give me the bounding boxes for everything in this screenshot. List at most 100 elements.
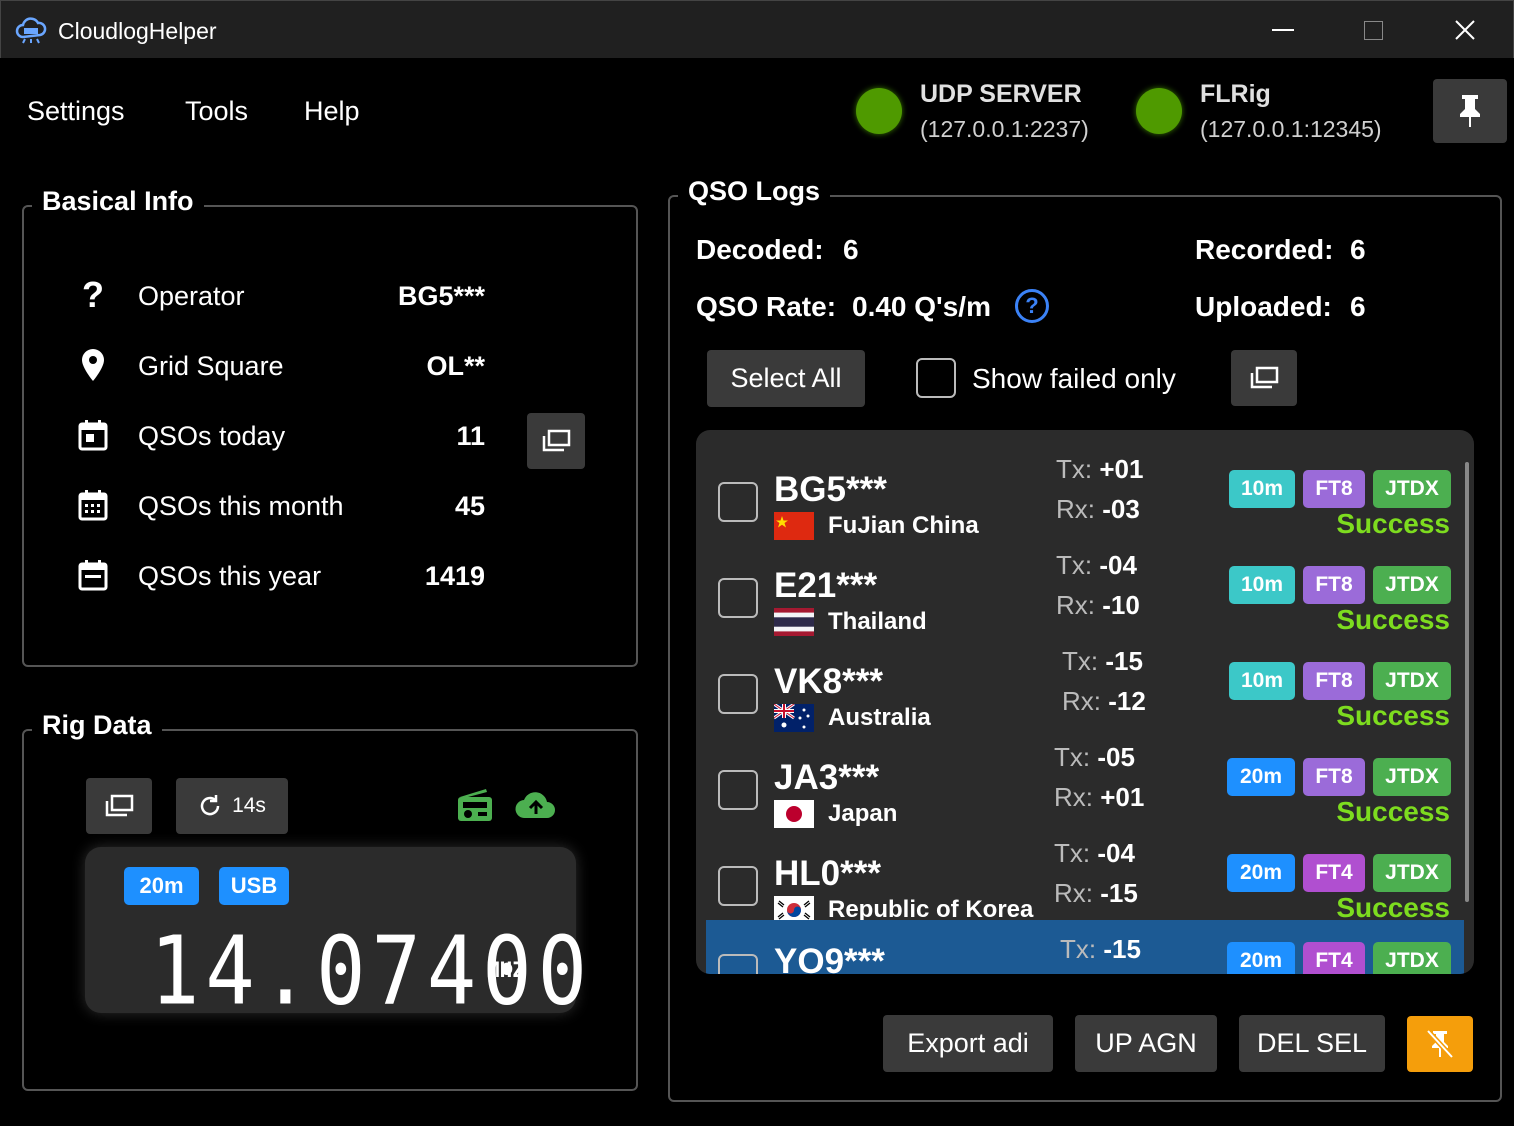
row-mode-tag: FT4 xyxy=(1303,854,1365,892)
row-rx: -10 xyxy=(1102,590,1140,620)
operator-label: Operator xyxy=(138,281,245,311)
cloud-app-icon xyxy=(15,15,47,45)
help-circle-icon[interactable]: ? xyxy=(1015,289,1049,323)
minimize-button[interactable] xyxy=(1253,9,1313,51)
unpin-button[interactable] xyxy=(1407,1016,1473,1072)
band-tag: 20m xyxy=(124,867,199,905)
calendar-today-icon xyxy=(76,418,110,452)
row-mode-tag: FT8 xyxy=(1303,566,1365,604)
menu-tools[interactable]: Tools xyxy=(185,96,248,127)
recorded-label: Recorded: xyxy=(1195,234,1334,265)
row-tx: -05 xyxy=(1097,742,1135,772)
row-band-tag: 10m xyxy=(1229,662,1295,700)
row-callsign: YO9*** xyxy=(774,942,885,974)
recorded-value: 6 xyxy=(1350,234,1366,265)
frequency-unit: MHZ xyxy=(487,958,525,982)
qso-row[interactable]: VK8*** Australia Tx: -15 Rx: -12 10m FT8… xyxy=(696,640,1464,736)
delete-selected-button[interactable]: DEL SEL xyxy=(1239,1015,1385,1072)
menu-settings[interactable]: Settings xyxy=(27,96,125,127)
grid-square-label: Grid Square xyxy=(138,351,284,381)
radio-icon xyxy=(456,787,494,828)
tx-label: Tx: xyxy=(1062,646,1099,676)
qso-row-selected[interactable]: YO9*** Tx: -15 20m FT4 JTDX xyxy=(706,920,1464,974)
qso-row[interactable]: HL0*** Republic of Korea Tx: -04 Rx: -15… xyxy=(696,832,1464,928)
rx-label: Rx: xyxy=(1054,782,1093,812)
row-client-tag: JTDX xyxy=(1373,662,1451,700)
tx-label: Tx: xyxy=(1056,550,1093,580)
qso-list-scrollbar[interactable] xyxy=(1465,462,1469,902)
cloud-upload-icon xyxy=(515,790,557,825)
row-rx: -15 xyxy=(1100,878,1138,908)
qso-row[interactable]: E21*** Thailand Tx: -04 Rx: -10 10m FT8 … xyxy=(696,544,1464,640)
china-flag-icon xyxy=(774,512,814,540)
row-callsign: BG5*** xyxy=(774,470,887,509)
tx-label: Tx: xyxy=(1054,742,1091,772)
pin-button[interactable] xyxy=(1433,79,1507,143)
flrig-status-title: FLRig xyxy=(1200,80,1271,108)
location-pin-icon xyxy=(76,348,110,382)
frequency-value: 14.07400 xyxy=(150,917,593,1027)
row-checkbox[interactable] xyxy=(718,674,758,714)
row-checkbox[interactable] xyxy=(718,770,758,810)
row-callsign: HL0*** xyxy=(774,854,881,893)
select-all-button[interactable]: Select All xyxy=(707,350,865,407)
refresh-button[interactable]: 14s xyxy=(176,778,288,834)
title-bar: CloudlogHelper xyxy=(0,0,1514,58)
row-checkbox[interactable] xyxy=(718,866,758,906)
row-tx: -04 xyxy=(1097,838,1135,868)
qso-logs-title: QSO Logs xyxy=(678,176,831,207)
operator-value: BG5*** xyxy=(397,281,485,311)
row-tx: +01 xyxy=(1099,454,1144,484)
row-country: Thailand xyxy=(828,608,927,635)
row-rx: -03 xyxy=(1102,494,1140,524)
refresh-interval: 14s xyxy=(232,794,266,817)
row-status: Success xyxy=(1336,796,1450,827)
row-checkbox[interactable] xyxy=(718,954,758,974)
qso-rate-label: QSO Rate: xyxy=(696,291,837,322)
row-status: Success xyxy=(1336,508,1450,539)
upload-again-button[interactable]: UP AGN xyxy=(1075,1015,1217,1072)
decoded-value: 6 xyxy=(843,234,859,265)
udp-status-title: UDP SERVER xyxy=(920,80,1082,108)
qsos-today-label: QSOs today xyxy=(138,421,286,451)
window-title: CloudlogHelper xyxy=(58,18,217,44)
row-mode-tag: FT8 xyxy=(1303,662,1365,700)
question-icon: ? xyxy=(82,274,104,315)
pin-off-icon xyxy=(1426,1029,1454,1059)
row-status: Success xyxy=(1336,700,1450,731)
popout-today-button[interactable] xyxy=(527,413,585,469)
rig-data-title: Rig Data xyxy=(32,710,162,741)
row-rx: +01 xyxy=(1100,782,1145,812)
close-button[interactable] xyxy=(1435,9,1495,51)
row-callsign: E21*** xyxy=(774,566,878,605)
show-failed-checkbox[interactable] xyxy=(916,358,956,398)
window-popout-icon xyxy=(105,794,134,817)
rx-label: Rx: xyxy=(1062,686,1101,716)
rig-popout-button[interactable] xyxy=(86,778,152,834)
qsos-month-value: 45 xyxy=(454,491,485,521)
close-icon xyxy=(1455,20,1475,40)
qso-row[interactable]: BG5*** FuJian China Tx: +01 Rx: -03 10m … xyxy=(696,448,1464,544)
row-checkbox[interactable] xyxy=(718,578,758,618)
grid-square-value: OL** xyxy=(426,351,485,381)
row-checkbox[interactable] xyxy=(718,482,758,522)
export-adi-button[interactable]: Export adi xyxy=(883,1015,1053,1072)
udp-status-address: (127.0.0.1:2237) xyxy=(920,116,1089,142)
row-band-tag: 10m xyxy=(1229,566,1295,604)
row-tx: -04 xyxy=(1099,550,1137,580)
qso-list: BG5*** FuJian China Tx: +01 Rx: -03 10m … xyxy=(696,430,1474,974)
maximize-button[interactable] xyxy=(1343,9,1403,51)
calendar-year-icon xyxy=(76,558,110,592)
row-country: FuJian China xyxy=(828,512,979,539)
decoded-label: Decoded: xyxy=(696,234,824,265)
row-mode-tag: FT8 xyxy=(1303,470,1365,508)
rx-label: Rx: xyxy=(1056,494,1095,524)
qso-row[interactable]: JA3*** Japan Tx: -05 Rx: +01 20m FT8 JTD… xyxy=(696,736,1464,832)
row-band-tag: 10m xyxy=(1229,470,1295,508)
menu-help[interactable]: Help xyxy=(304,96,360,127)
row-client-tag: JTDX xyxy=(1373,758,1451,796)
qso-popout-button[interactable] xyxy=(1231,350,1297,406)
tx-label: Tx: xyxy=(1056,454,1093,484)
thailand-flag-icon xyxy=(774,608,814,636)
rx-label: Rx: xyxy=(1056,590,1095,620)
